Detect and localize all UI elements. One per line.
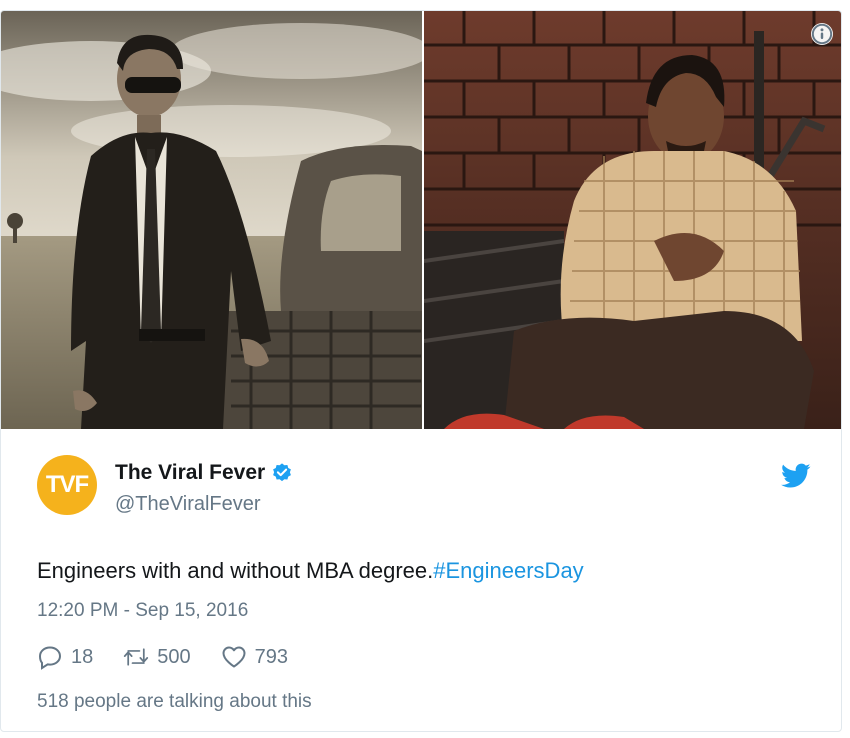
tweet-header: TVF The Viral Fever @TheViralFever: [37, 455, 817, 525]
user-handle[interactable]: @TheViralFever: [115, 493, 261, 516]
hashtag-link[interactable]: #EngineersDay: [433, 558, 583, 583]
tweet-body: Engineers with and without MBA degree.: [37, 558, 434, 583]
like-count: 793: [254, 645, 288, 668]
tweet-media[interactable]: [1, 11, 841, 429]
avatar[interactable]: TVF: [37, 455, 97, 515]
display-name[interactable]: The Viral Fever: [115, 461, 265, 485]
tweet-timestamp[interactable]: 12:20 PM - Sep 15, 2016: [37, 600, 248, 622]
retweet-count: 500: [157, 645, 191, 668]
info-icon[interactable]: [811, 23, 833, 45]
reply-button[interactable]: 18: [37, 644, 93, 670]
tweet-card[interactable]: TVF The Viral Fever @TheViralFever Engin…: [0, 10, 842, 732]
retweet-button[interactable]: 500: [123, 644, 191, 670]
reply-count: 18: [71, 645, 94, 668]
tweet-actions: 18 500 793: [37, 644, 318, 670]
tweet-text: Engineers with and without MBA degree.#E…: [37, 558, 584, 584]
name-row: The Viral Fever: [115, 461, 293, 485]
man-crouching-image: [424, 11, 841, 429]
reply-icon: [38, 646, 62, 670]
heart-icon: [222, 646, 246, 668]
man-in-suit-image: [1, 11, 422, 429]
like-button[interactable]: 793: [221, 644, 288, 670]
right-photo[interactable]: [424, 11, 841, 429]
retweet-icon: [124, 648, 149, 666]
twitter-bird-icon[interactable]: [781, 463, 811, 489]
verified-badge-icon: [273, 463, 292, 482]
talking-about-link[interactable]: 518 people are talking about this: [37, 691, 312, 713]
left-photo[interactable]: [1, 11, 422, 429]
avatar-logo-text: TVF: [45, 471, 89, 498]
